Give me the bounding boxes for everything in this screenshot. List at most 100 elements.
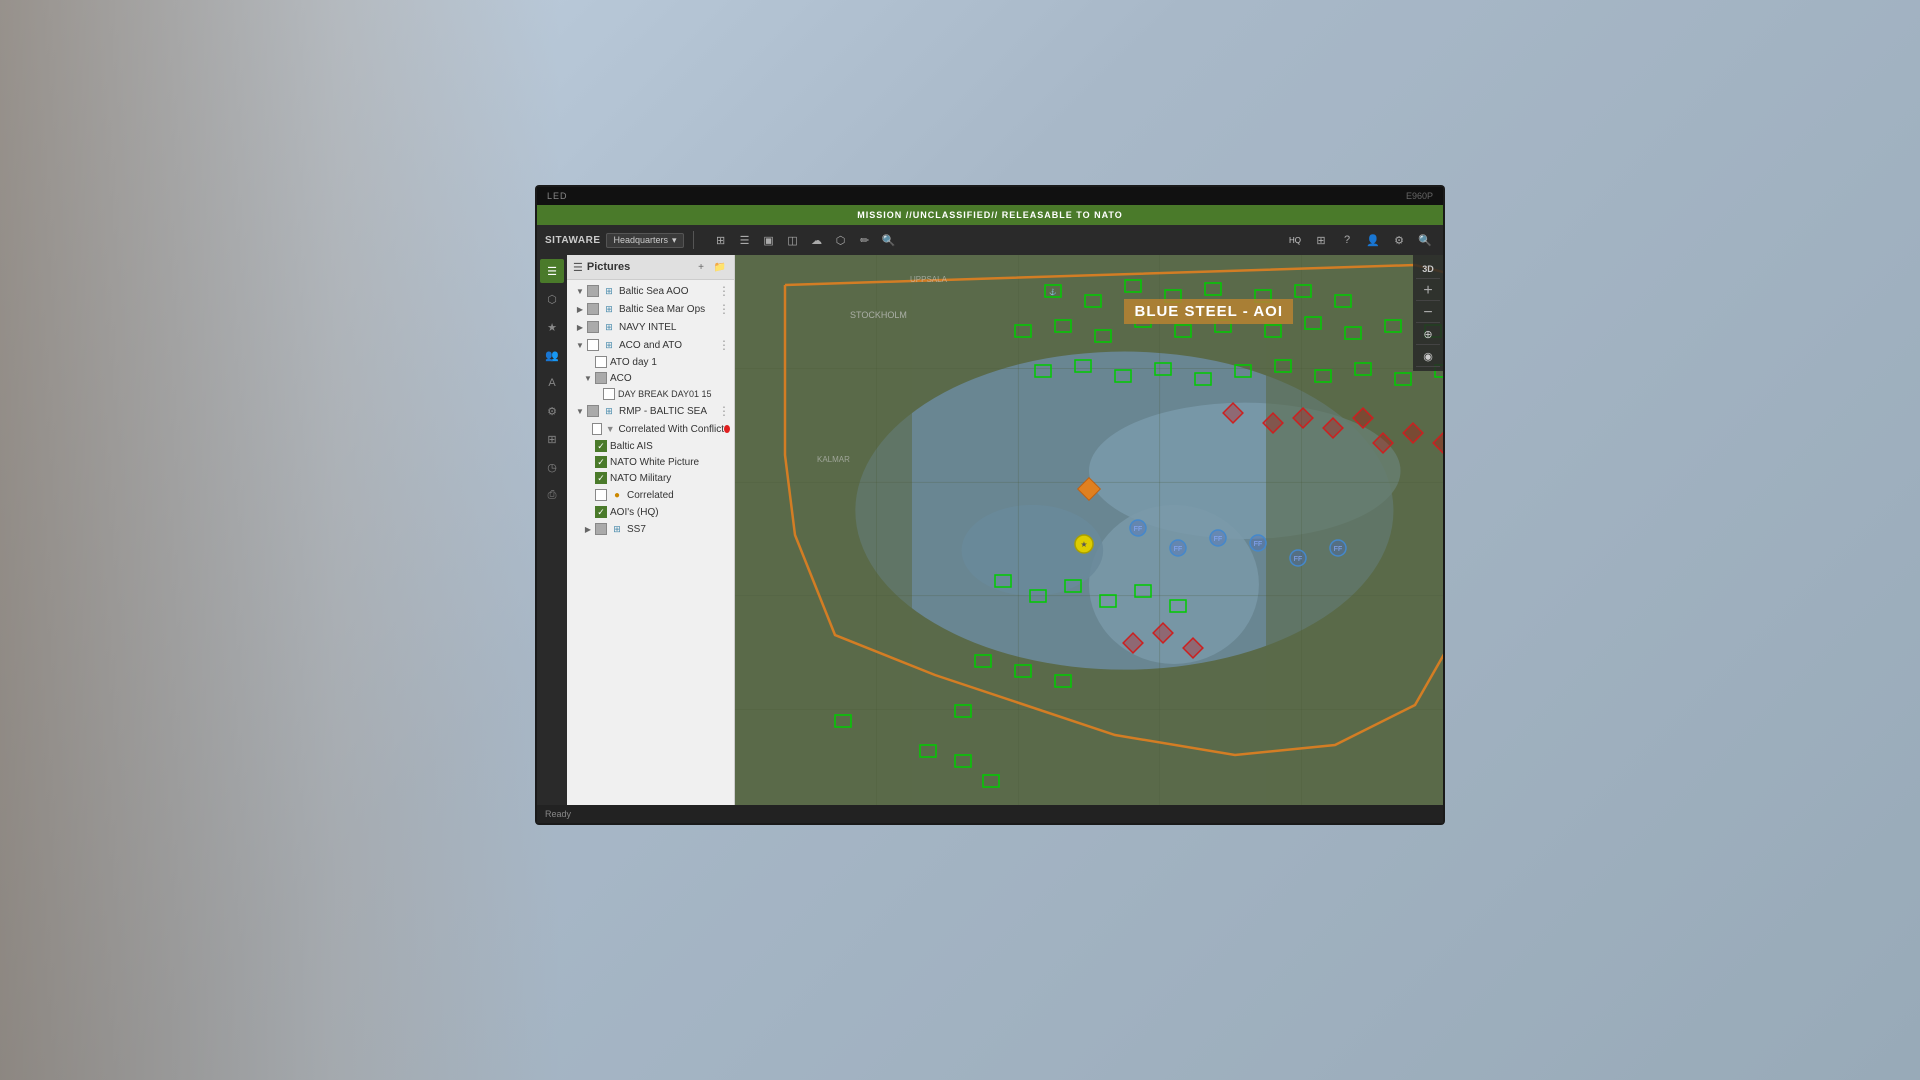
list-item[interactable]: ATO day 1 xyxy=(567,354,734,370)
tree-checkbox[interactable] xyxy=(587,321,599,333)
toolbar-help-icon[interactable]: ? xyxy=(1337,230,1357,250)
expand-icon[interactable] xyxy=(583,357,593,367)
sidebar-icon-map[interactable]: ⬡ xyxy=(540,287,564,311)
tree-item-label: NATO White Picture xyxy=(610,457,699,468)
reset-view-btn[interactable]: ⊕ xyxy=(1416,325,1440,345)
expand-icon[interactable]: ▼ xyxy=(583,373,593,383)
3d-toggle-btn[interactable]: 3D xyxy=(1416,259,1440,279)
map-zoom-controls: 3D + − ⊕ ◉ xyxy=(1413,255,1443,371)
toolbar-right: HQ ⊞ ? 👤 ⚙ 🔍 xyxy=(1285,230,1435,250)
more-options-icon[interactable]: ⋮ xyxy=(718,338,730,352)
tree-item-label: Correlated xyxy=(627,490,674,501)
list-item[interactable]: ▼ ⊞ Baltic Sea AOO ⋮ xyxy=(567,282,734,300)
svg-text:★: ★ xyxy=(1080,540,1087,549)
sidebar-icon-clock[interactable]: ◷ xyxy=(540,455,564,479)
headquarters-dropdown[interactable]: Headquarters ▾ xyxy=(606,233,683,248)
map-area[interactable]: ⚓ xyxy=(735,255,1443,823)
list-item[interactable]: ✓ Baltic AIS xyxy=(567,438,734,454)
list-item[interactable]: ▼ ⊞ RMP - BALTIC SEA ⋮ xyxy=(567,402,734,420)
toolbar-panel-icon[interactable]: ◫ xyxy=(783,230,803,250)
toolbar-settings-icon[interactable]: ⚙ xyxy=(1389,230,1409,250)
list-item[interactable]: ▶ ⊞ SS7 xyxy=(567,520,734,538)
expand-icon xyxy=(583,507,593,517)
toolbar-list-icon[interactable]: ☰ xyxy=(735,230,755,250)
expand-icon[interactable]: ▶ xyxy=(575,322,585,332)
tree-checkbox[interactable] xyxy=(595,523,607,535)
layer-type-icon: ⊞ xyxy=(602,338,616,352)
sidebar-icon-users[interactable]: 👥 xyxy=(540,343,564,367)
expand-icon[interactable]: ▶ xyxy=(575,304,585,314)
expand-icon[interactable]: ▼ xyxy=(575,340,585,350)
monitor-frame: LED E960P MISSION //UNCLASSIFIED// RELEA… xyxy=(535,185,1445,825)
list-item[interactable]: ✓ NATO White Picture xyxy=(567,454,734,470)
tree-checkbox[interactable] xyxy=(592,423,601,435)
tree-checkbox[interactable] xyxy=(587,303,599,315)
more-options-icon[interactable]: ⋮ xyxy=(718,284,730,298)
tree-checkbox[interactable]: ✓ xyxy=(595,472,607,484)
status-bar: Ready xyxy=(537,805,1443,823)
expand-icon[interactable]: ▼ xyxy=(575,286,585,296)
folder-layer-btn[interactable]: 📁 xyxy=(712,259,728,275)
list-item[interactable]: ▼ Correlated With Conflict xyxy=(567,420,734,438)
tree-item-label: Baltic Sea Mar Ops xyxy=(619,304,705,315)
toolbar-separator-1 xyxy=(693,231,694,249)
svg-text:⚓: ⚓ xyxy=(1049,288,1056,296)
zoom-out-btn[interactable]: − xyxy=(1416,303,1440,323)
list-item[interactable]: ▶ ⊞ NAVY INTEL xyxy=(567,318,734,336)
dropdown-label: Headquarters xyxy=(613,235,668,245)
list-item[interactable]: ✓ AOI's (HQ) xyxy=(567,504,734,520)
tree-checkbox[interactable] xyxy=(587,405,599,417)
expand-icon[interactable]: ▶ xyxy=(583,524,593,534)
toolbar-table-icon[interactable]: ▣ xyxy=(759,230,779,250)
zoom-in-btn[interactable]: + xyxy=(1416,281,1440,301)
tree-item-label: Baltic Sea AOO xyxy=(619,286,688,297)
tree-item-label: Correlated With Conflict xyxy=(618,424,724,435)
tree-checkbox[interactable]: ✓ xyxy=(595,456,607,468)
expand-icon[interactable]: ▼ xyxy=(575,406,585,416)
add-layer-btn[interactable]: + xyxy=(693,259,709,275)
sidebar-icon-layers[interactable]: ☰ xyxy=(540,259,564,283)
expand-icon xyxy=(591,389,601,399)
more-options-icon[interactable]: ⋮ xyxy=(718,404,730,418)
list-item[interactable]: ▼ ⊞ ACO and ATO ⋮ xyxy=(567,336,734,354)
tree-checkbox[interactable] xyxy=(603,388,615,400)
tree-item-label: AOI's (HQ) xyxy=(610,507,659,518)
layer-type-icon: ⊞ xyxy=(602,302,616,316)
expand-icon xyxy=(583,473,593,483)
toolbar-pencil-icon[interactable]: ✏ xyxy=(855,230,875,250)
more-options-icon[interactable]: ⋮ xyxy=(718,302,730,316)
tree-checkbox[interactable]: ✓ xyxy=(595,440,607,452)
toolbar-search-right-icon[interactable]: 🔍 xyxy=(1415,230,1435,250)
sidebar-icon-text[interactable]: A xyxy=(540,371,564,395)
tree-item-label: ACO xyxy=(610,373,632,384)
list-item[interactable]: ▶ ⊞ Baltic Sea Mar Ops ⋮ xyxy=(567,300,734,318)
toolbar-hex-icon[interactable]: ⬡ xyxy=(831,230,851,250)
sidebar-icon-print[interactable]: ⎙ xyxy=(540,483,564,507)
tree-checkbox[interactable] xyxy=(595,356,607,368)
tree-checkbox[interactable] xyxy=(587,285,599,297)
toolbar-grid-icon[interactable]: ⊞ xyxy=(711,230,731,250)
led-label: LED xyxy=(547,191,568,201)
svg-text:FF: FF xyxy=(1214,536,1223,543)
north-up-btn[interactable]: ◉ xyxy=(1416,347,1440,367)
tree-checkbox[interactable] xyxy=(595,489,607,501)
toolbar-search-icon[interactable]: 🔍 xyxy=(879,230,899,250)
tree-checkbox[interactable] xyxy=(595,372,607,384)
tree-item-label: NATO Military xyxy=(610,473,671,484)
toolbar-layers-icon[interactable]: ⊞ xyxy=(1311,230,1331,250)
sidebar-icon-star[interactable]: ★ xyxy=(540,315,564,339)
layer-type-icon: ⊞ xyxy=(602,320,616,334)
expand-icon xyxy=(583,457,593,467)
toolbar-user-icon[interactable]: 👤 xyxy=(1363,230,1383,250)
sidebar-icon-tools[interactable]: ⚙ xyxy=(540,399,564,423)
tree-checkbox[interactable] xyxy=(587,339,599,351)
list-item[interactable]: ▼ ACO xyxy=(567,370,734,386)
list-item[interactable]: ✓ NATO Military xyxy=(567,470,734,486)
list-item[interactable]: ● Correlated xyxy=(567,486,734,504)
toolbar-cloud-icon[interactable]: ☁ xyxy=(807,230,827,250)
list-item[interactable]: DAY BREAK DAY01 15 xyxy=(567,386,734,402)
tree-checkbox[interactable]: ✓ xyxy=(595,506,607,518)
toolbar-hq-icon[interactable]: HQ xyxy=(1285,230,1305,250)
sidebar-icon-grid[interactable]: ⊞ xyxy=(540,427,564,451)
model-label: E960P xyxy=(1406,191,1433,201)
